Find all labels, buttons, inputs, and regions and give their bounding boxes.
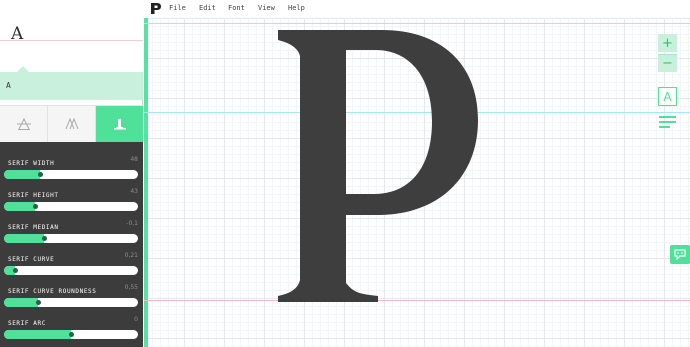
- typing-field-text: A: [6, 81, 11, 90]
- param-panel: Serif width 48 Serif height 43 Serif med…: [0, 142, 143, 347]
- strike-a-icon: [16, 117, 31, 130]
- param-value: 43: [130, 188, 138, 195]
- param-label: Serif median: [8, 224, 59, 231]
- param-serif-curve-roundness: Serif curve roundness 0,55: [0, 270, 143, 307]
- param-value: 0,21: [124, 252, 138, 259]
- menu-font[interactable]: Font: [228, 4, 245, 12]
- ascender-guide: [144, 23, 690, 24]
- param-serif-arc: Serif arc 0: [0, 302, 143, 339]
- serif-icon: [113, 119, 126, 130]
- typing-field[interactable]: A: [0, 66, 143, 100]
- tab-strike[interactable]: [0, 106, 48, 142]
- menu-file[interactable]: File: [169, 4, 186, 12]
- param-serif-median: Serif median -0,1: [0, 206, 143, 243]
- app-logo-icon[interactable]: [150, 2, 162, 15]
- chat-icon: [674, 249, 686, 260]
- param-value: -0,1: [126, 220, 138, 227]
- param-label: Serif height: [8, 192, 59, 199]
- zoom-in-button[interactable]: +: [658, 34, 677, 52]
- zoom-out-button[interactable]: −: [658, 54, 677, 72]
- sidebar: A A Serif width: [0, 0, 143, 347]
- outline-a-icon: [65, 117, 78, 130]
- param-label: Serif curve roundness: [8, 288, 97, 295]
- param-label: Serif curve: [8, 256, 55, 263]
- typing-field-pointer: [17, 66, 29, 72]
- chat-button[interactable]: [670, 245, 690, 264]
- glyph-preview-char: A: [11, 24, 24, 44]
- menu-edit[interactable]: Edit: [199, 4, 216, 12]
- param-serif-width: Serif width 48: [0, 142, 143, 179]
- param-label: Serif width: [8, 160, 55, 167]
- param-tabs: [0, 105, 143, 148]
- menu-bar: File Edit Font View Help: [144, 0, 690, 18]
- glyph-canvas[interactable]: + − A: [144, 18, 690, 347]
- tab-outline[interactable]: [48, 106, 96, 142]
- param-label: Serif arc: [8, 320, 46, 327]
- param-serif-curve: Serif curve 0,21: [0, 238, 143, 275]
- param-value: 0,55: [124, 284, 138, 291]
- param-value: 48: [130, 156, 138, 163]
- glyph-outline[interactable]: [278, 30, 478, 302]
- slider-handle[interactable]: [69, 332, 74, 337]
- glyph-preview[interactable]: A: [0, 0, 143, 72]
- tab-serif[interactable]: [96, 106, 143, 148]
- canvas-accent-strip: [144, 18, 148, 347]
- menu-lines-icon[interactable]: [659, 116, 676, 128]
- font-view-button[interactable]: A: [658, 87, 677, 106]
- menu-view[interactable]: View: [258, 4, 275, 12]
- slider-fill: [4, 330, 71, 339]
- menu-help[interactable]: Help: [288, 4, 305, 12]
- param-serif-height: Serif height 43: [0, 174, 143, 211]
- param-value: 0: [134, 316, 138, 323]
